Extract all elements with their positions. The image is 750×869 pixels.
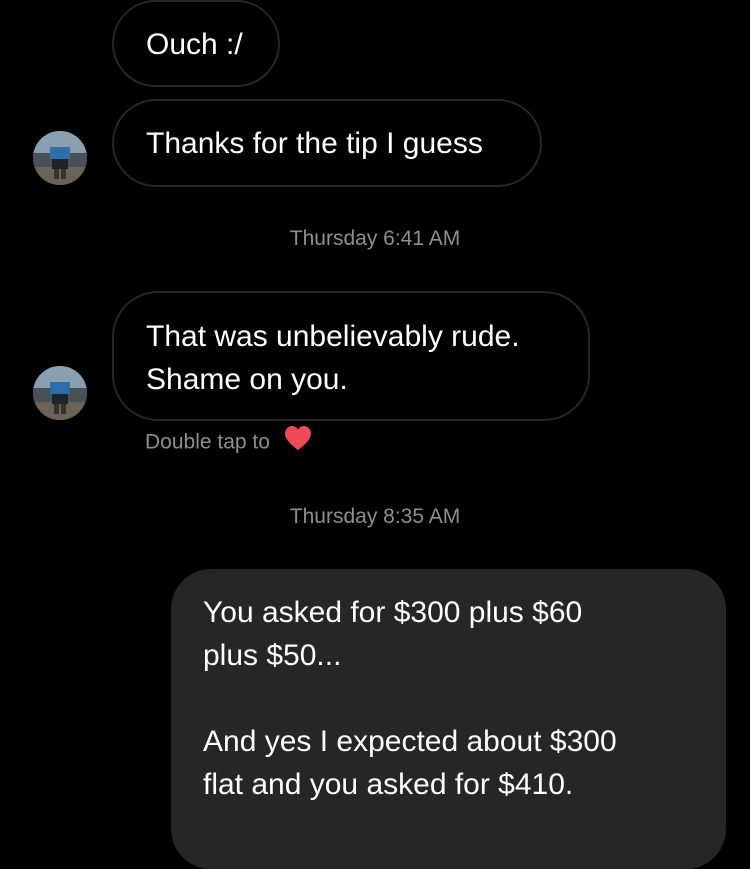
- message-text: Ouch :/: [146, 28, 243, 61]
- avatar[interactable]: [33, 131, 87, 185]
- double-tap-hint[interactable]: Double tap to: [145, 426, 312, 457]
- message-bubble-incoming[interactable]: Thanks for the tip I guess: [112, 99, 542, 187]
- message-bubble-incoming[interactable]: That was unbelievably rude. Shame on you…: [112, 291, 590, 421]
- message-text: Thanks for the tip I guess: [146, 127, 483, 160]
- message-text-line: And yes I expected about $300: [203, 725, 617, 758]
- timestamp: Thursday 8:35 AM: [289, 505, 461, 528]
- double-tap-label: Double tap to: [145, 430, 270, 454]
- avatar-icon: [33, 131, 87, 185]
- timestamp: Thursday 6:41 AM: [289, 227, 461, 250]
- message-text-line: Shame on you.: [146, 363, 348, 396]
- message-text-line: You asked for $300 plus $60: [203, 596, 583, 629]
- message-text-line: That was unbelievably rude.: [146, 320, 520, 353]
- avatar-icon: [33, 366, 87, 420]
- heart-icon: [284, 425, 312, 457]
- message-bubble-outgoing[interactable]: You asked for $300 plus $60 plus $50... …: [171, 569, 726, 869]
- message-text-line: plus $50...: [203, 639, 342, 672]
- avatar[interactable]: [33, 366, 87, 420]
- message-bubble-incoming[interactable]: Ouch :/: [112, 0, 280, 87]
- message-text-line: flat and you asked for $410.: [203, 768, 574, 801]
